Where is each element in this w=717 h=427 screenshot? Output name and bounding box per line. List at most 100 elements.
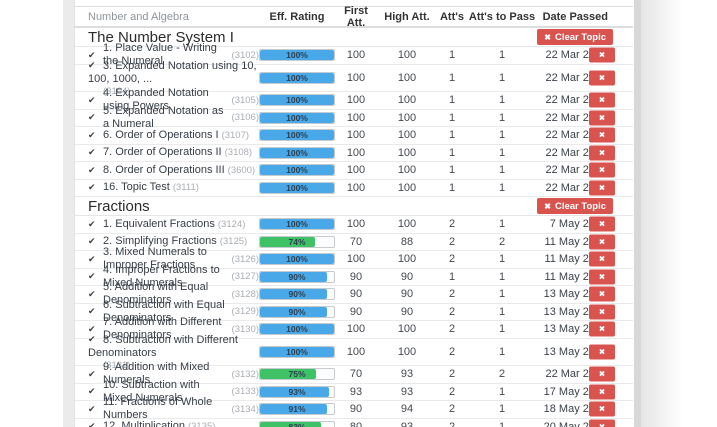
clear-activity-button[interactable]: ✖ <box>589 304 615 319</box>
atts-to-pass-cell: 1 <box>467 129 537 141</box>
clear-activity-button[interactable]: ✖ <box>589 93 615 108</box>
clear-activity-button[interactable]: ✖ <box>589 322 615 337</box>
topic-name[interactable]: 12. Multiplication <box>103 420 185 427</box>
atts-to-pass-cell: 2 <box>467 368 537 380</box>
table-row: ✔7. Order of Operations II(3108)100%1001… <box>75 145 633 163</box>
progress-label: 100% <box>260 347 334 358</box>
atts-to-pass-cell: 1 <box>467 147 537 159</box>
high-att-cell: 88 <box>377 236 437 248</box>
topic-id: (3107) <box>222 130 249 141</box>
atts-cell: 2 <box>437 236 467 248</box>
topic-name[interactable]: 7. Order of Operations II <box>103 146 222 159</box>
clear-topic-button[interactable]: ✖Clear Topic <box>537 29 613 45</box>
atts-to-pass-cell: 1 <box>467 164 537 176</box>
results-table: Number and Algebra Eff. Rating First Att… <box>75 0 633 427</box>
clear-activity-button[interactable]: ✖ <box>589 269 615 284</box>
clear-icon: ✖ <box>599 131 606 140</box>
first-att-cell: 90 <box>335 271 377 283</box>
clear-activity-button[interactable]: ✖ <box>589 384 615 399</box>
atts-cell: 1 <box>437 129 467 141</box>
high-att-cell: 100 <box>377 112 437 124</box>
clear-activity-button[interactable]: ✖ <box>589 145 615 160</box>
first-att-cell: 70 <box>335 368 377 380</box>
table-row: ✔12. Multiplication(3135)83%80932120 May… <box>75 419 633 427</box>
high-att-cell: 100 <box>377 49 437 61</box>
topic-name[interactable]: 8. Subtraction with Different Denominato… <box>88 334 238 359</box>
first-att-cell: 100 <box>335 129 377 141</box>
clear-activity-button[interactable]: ✖ <box>589 128 615 143</box>
high-att-cell: 93 <box>377 421 437 427</box>
progress-label: 100% <box>260 50 334 61</box>
atts-cell: 2 <box>437 323 467 335</box>
clear-activity-button[interactable]: ✖ <box>589 70 615 85</box>
topic-name[interactable]: 6. Order of Operations I <box>103 129 219 142</box>
topic-name[interactable]: 8. Order of Operations III <box>103 164 225 177</box>
progress-label: 91% <box>260 404 334 415</box>
clear-activity-button[interactable]: ✖ <box>589 234 615 249</box>
progress-label: 74% <box>260 237 334 248</box>
atts-to-pass-cell: 1 <box>467 271 537 283</box>
clear-icon: ✖ <box>599 255 606 264</box>
progress-bar: 83% <box>259 421 335 427</box>
clear-activity-button[interactable]: ✖ <box>589 367 615 382</box>
high-att-cell: 100 <box>377 218 437 230</box>
clear-activity-button[interactable]: ✖ <box>589 402 615 417</box>
atts-cell: 1 <box>437 182 467 194</box>
clear-icon: ✖ <box>599 272 606 281</box>
clear-activity-button[interactable]: ✖ <box>589 252 615 267</box>
rating-cell: 100% <box>259 129 335 141</box>
clear-icon: ✖ <box>599 96 606 105</box>
table-header-row: Number and Algebra Eff. Rating First Att… <box>75 6 633 28</box>
date-passed-cell: 22 Mar 20 <box>537 49 633 61</box>
rating-cell: 100% <box>259 218 335 230</box>
date-passed-cell: 11 May 20 <box>537 236 633 248</box>
atts-cell: 1 <box>437 49 467 61</box>
rating-cell: 90% <box>259 271 335 283</box>
topic-name[interactable]: 1. Equivalent Fractions <box>103 218 215 231</box>
progress-bar: 100% <box>259 218 335 230</box>
clear-activity-button[interactable]: ✖ <box>589 419 615 427</box>
progress-bar: 100% <box>259 147 335 159</box>
atts-to-pass-cell: 2 <box>467 236 537 248</box>
table-row: ✔6. Order of Operations I(3107)100%10010… <box>75 127 633 145</box>
clear-activity-button[interactable]: ✖ <box>589 287 615 302</box>
topic-cell: ✔8. Order of Operations III(3600) <box>75 164 259 177</box>
progress-bar: 100% <box>259 182 335 194</box>
progress-bar: 90% <box>259 271 335 283</box>
progress-bar: 91% <box>259 403 335 415</box>
clear-activity-button[interactable]: ✖ <box>589 48 615 63</box>
high-att-cell: 100 <box>377 72 437 84</box>
clear-activity-button[interactable]: ✖ <box>589 217 615 232</box>
page-left-edge <box>63 0 75 427</box>
topic-name[interactable]: 16. Topic Test <box>103 181 170 194</box>
first-att-cell: 90 <box>335 306 377 318</box>
first-att-cell: 100 <box>335 218 377 230</box>
rating-cell: 90% <box>259 288 335 300</box>
high-att-cell: 90 <box>377 271 437 283</box>
progress-bar: 100% <box>259 346 335 358</box>
clear-icon: ✖ <box>599 347 606 356</box>
topic-name[interactable]: 3. Expanded Notation using 10, 100, 1000… <box>88 60 257 85</box>
clear-icon: ✖ <box>599 113 606 122</box>
atts-to-pass-cell: 1 <box>467 94 537 106</box>
clear-activity-button[interactable]: ✖ <box>589 110 615 125</box>
clear-activity-button[interactable]: ✖ <box>589 344 615 359</box>
progress-label: 100% <box>260 95 334 106</box>
topic-id: (3135) <box>188 421 215 427</box>
rating-cell: 100% <box>259 72 335 84</box>
clear-topic-button[interactable]: ✖Clear Topic <box>537 198 613 214</box>
vertical-scrollbar[interactable] <box>634 0 641 427</box>
column-header-atts: Att's <box>437 11 467 23</box>
progress-label: 90% <box>260 307 334 318</box>
atts-to-pass-cell: 1 <box>467 218 537 230</box>
atts-cell: 2 <box>437 403 467 415</box>
clear-activity-button[interactable]: ✖ <box>589 163 615 178</box>
clear-activity-button[interactable]: ✖ <box>589 180 615 195</box>
atts-to-pass-cell: 1 <box>467 182 537 194</box>
rating-cell: 91% <box>259 403 335 415</box>
atts-cell: 2 <box>437 346 467 358</box>
progress-bar: 75% <box>259 368 335 380</box>
date-passed-cell: 22 Mar 20 <box>537 94 633 106</box>
check-icon: ✔ <box>88 112 103 123</box>
clear-icon: ✖ <box>599 307 606 316</box>
